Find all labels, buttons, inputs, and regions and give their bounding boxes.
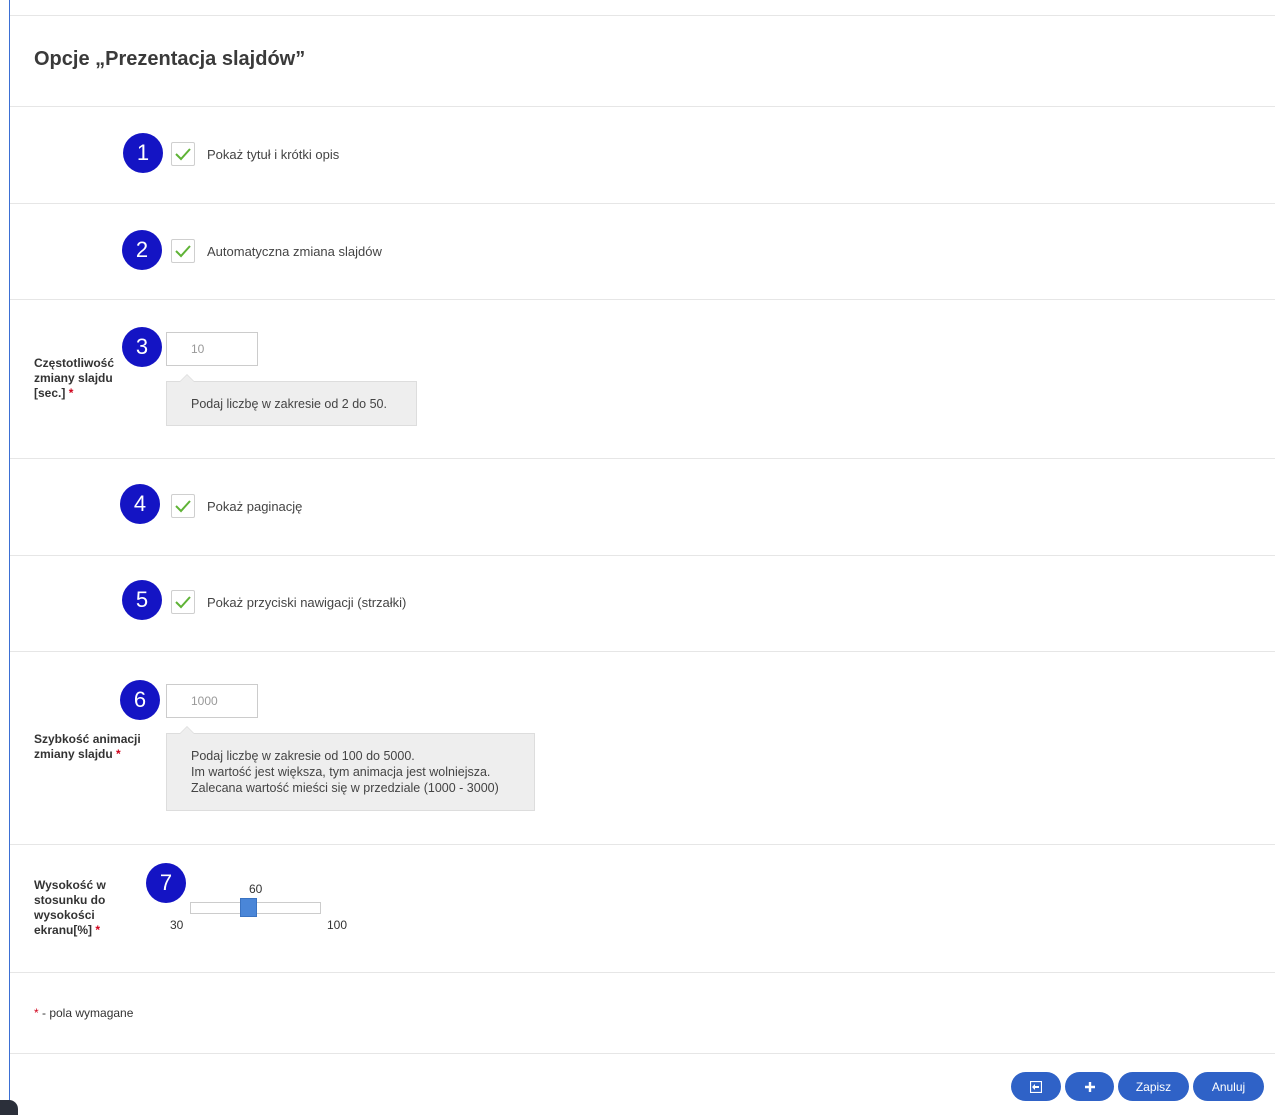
save-close-icon	[1030, 1080, 1042, 1093]
frequency-hint: Podaj liczbę w zakresie od 2 do 50.	[166, 374, 417, 426]
row-frequency	[10, 299, 1275, 458]
frequency-label: Częstotliwość zmiany slajdu [sec.] *	[34, 356, 124, 401]
page-title: Opcje „Prezentacja slajdów”	[34, 48, 306, 70]
slider-min-label: 30	[170, 918, 184, 932]
show-title-checkbox[interactable]	[171, 142, 195, 166]
corner-widget	[0, 1100, 18, 1115]
navigation-label: Pokaż przyciski nawigacji (strzałki)	[207, 595, 407, 610]
plus-icon	[1084, 1081, 1095, 1092]
required-marker: *	[116, 747, 121, 761]
cancel-button[interactable]: Anuluj	[1193, 1072, 1264, 1101]
pagination-checkbox[interactable]	[171, 494, 195, 518]
checkmark-icon	[175, 500, 191, 513]
required-fields-note: * - pola wymagane	[34, 1006, 133, 1020]
row-footnote	[10, 972, 1275, 1053]
required-marker: *	[95, 923, 101, 937]
checkmark-icon	[175, 245, 191, 258]
step-badge-7: 7	[146, 863, 186, 903]
save-button[interactable]: Zapisz	[1118, 1072, 1189, 1101]
checkmark-icon	[175, 148, 191, 161]
step-badge-3: 3	[122, 327, 162, 367]
step-badge-2: 2	[122, 230, 162, 270]
required-marker: *	[68, 386, 74, 400]
row-auto-change	[10, 203, 1275, 299]
save-and-close-button[interactable]	[1011, 1072, 1061, 1101]
height-slider-handle[interactable]	[240, 898, 257, 917]
animation-speed-hint-line-1: Podaj liczbę w zakresie od 100 do 5000.	[191, 749, 415, 763]
animation-speed-hint-line-3: Zalecana wartość mieści się w przedziale…	[191, 781, 499, 795]
top-divider	[10, 15, 1275, 16]
animation-speed-hint-line-2: Im wartość jest większa, tym animacja je…	[191, 765, 491, 779]
animation-speed-label-text: Szybkość animacji zmiany slajdu	[34, 732, 141, 761]
animation-speed-hint: Podaj liczbę w zakresie od 100 do 5000. …	[166, 726, 535, 811]
step-badge-1: 1	[123, 133, 163, 173]
add-button[interactable]	[1065, 1072, 1114, 1101]
step-badge-4: 4	[120, 484, 160, 524]
required-fields-text: - pola wymagane	[38, 1006, 134, 1020]
row-pagination	[10, 458, 1275, 555]
frequency-label-text: Częstotliwość zmiany slajdu [sec.]	[34, 356, 115, 400]
slider-max-label: 100	[327, 918, 348, 932]
auto-change-label: Automatyczna zmiana slajdów	[207, 244, 382, 259]
pagination-label: Pokaż paginację	[207, 499, 303, 514]
checkmark-icon	[175, 596, 191, 609]
slider-current-value: 60	[249, 882, 263, 896]
navigation-checkbox[interactable]	[171, 590, 195, 614]
animation-speed-input[interactable]	[166, 684, 258, 718]
auto-change-checkbox[interactable]	[171, 239, 195, 263]
frequency-hint-line: Podaj liczbę w zakresie od 2 do 50.	[191, 397, 387, 411]
frequency-input[interactable]	[166, 332, 258, 366]
animation-speed-label: Szybkość animacji zmiany slajdu *	[34, 732, 154, 762]
row-show-title	[10, 106, 1275, 203]
step-badge-5: 5	[122, 580, 162, 620]
step-badge-6: 6	[120, 680, 160, 720]
show-title-label: Pokaż tytuł i krótki opis	[207, 147, 340, 162]
row-navigation	[10, 555, 1275, 651]
height-label: Wysokość w stosunku do wysokości ekranu[…	[34, 878, 119, 938]
